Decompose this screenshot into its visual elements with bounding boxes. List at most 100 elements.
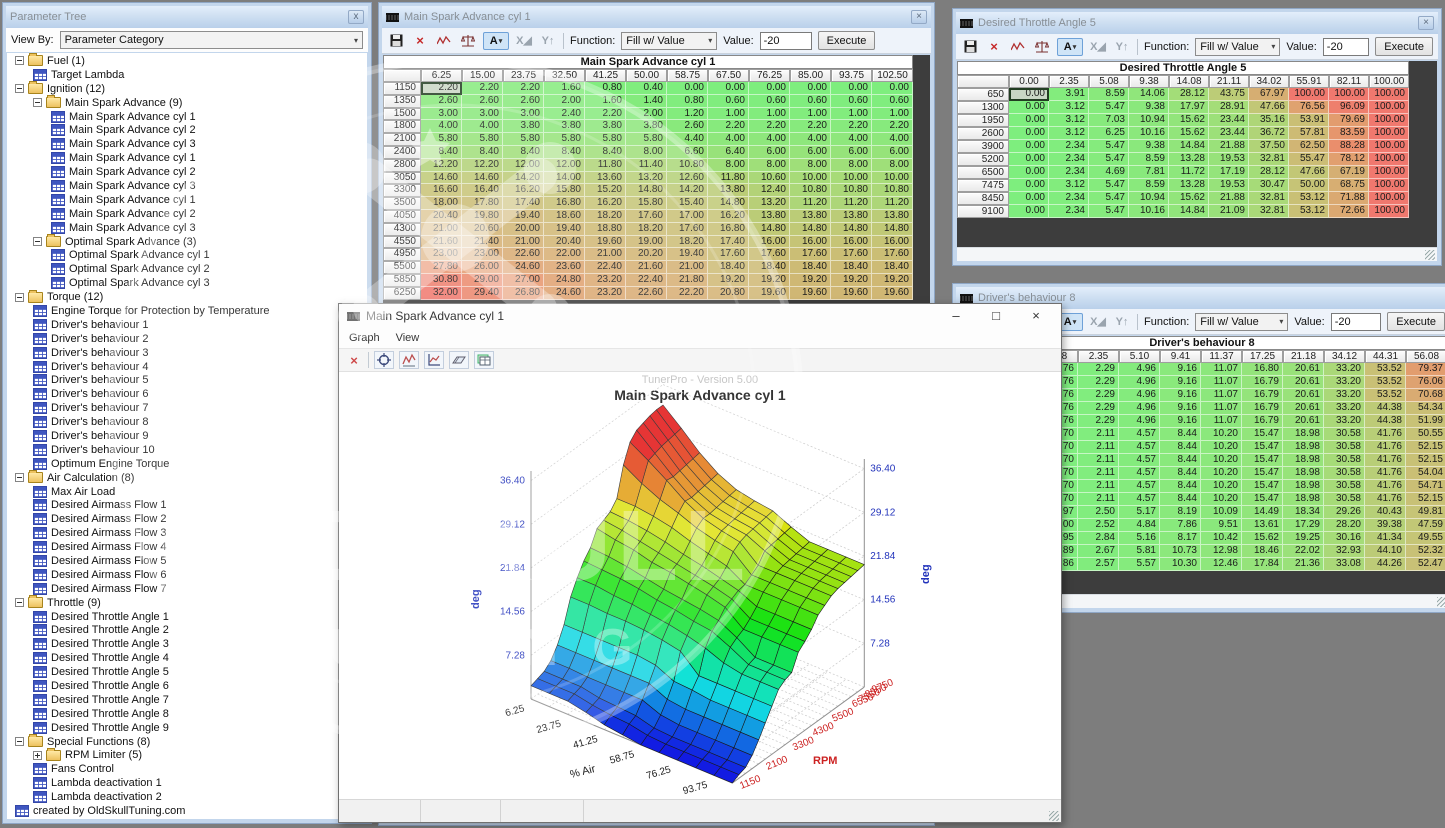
tree-item[interactable]: Driver's behaviour 10 [7,443,367,457]
graph-window-titlebar[interactable]: Main Spark Advance cyl 1 – □ × [339,304,1061,328]
value-cell[interactable]: 100.00 [1369,179,1409,192]
value-cell[interactable]: 3.00 [503,108,544,121]
value-cell[interactable]: 2.34 [1049,205,1089,218]
value-cell[interactable]: 2.60 [462,95,503,108]
value-cell[interactable]: 15.47 [1242,480,1283,493]
value-cell[interactable]: 10.09 [1201,506,1242,519]
corner-cell[interactable] [383,69,421,82]
column-header[interactable]: 21.18 [1283,350,1324,363]
value-cell[interactable]: 1.60 [585,95,626,108]
value-cell[interactable]: 50.00 [1289,179,1329,192]
column-header[interactable]: 76.25 [749,69,790,82]
value-cell[interactable]: 18.00 [421,197,462,210]
value-cell[interactable]: 18.20 [626,223,667,236]
row-header[interactable]: 1350 [383,95,421,108]
trace-icon[interactable] [1009,38,1027,55]
tree-item[interactable]: Driver's behaviour 6 [7,387,367,401]
value-cell[interactable]: 2.20 [585,108,626,121]
value-cell[interactable]: 5.47 [1089,205,1129,218]
value-cell[interactable]: 30.58 [1324,428,1365,441]
column-header[interactable]: 21.11 [1209,75,1249,88]
tree-item[interactable]: Main Spark Advance cyl 2 [7,123,367,137]
value-cell[interactable]: 2.11 [1078,467,1119,480]
close-icon[interactable]: × [911,10,927,24]
selected-cell[interactable]: 0.00 [1009,88,1049,101]
value-cell[interactable]: 15.47 [1242,441,1283,454]
value-cell[interactable]: 8.17 [1160,532,1201,545]
row-header[interactable]: 5850 [383,274,421,287]
value-cell[interactable]: 1.60 [544,82,585,95]
value-cell[interactable]: 53.12 [1289,205,1329,218]
value-cell[interactable]: 18.60 [544,210,585,223]
value-cell[interactable]: 79.69 [1329,114,1369,127]
value-cell[interactable]: 100.00 [1369,101,1409,114]
value-cell[interactable]: 22.02 [1283,545,1324,558]
column-header[interactable]: 41.25 [585,69,626,82]
value-cell[interactable]: 0.60 [790,95,831,108]
value-cell[interactable]: 18.46 [1242,545,1283,558]
value-cell[interactable]: 26.80 [503,287,544,300]
value-cell[interactable]: 4.00 [421,120,462,133]
value-cell[interactable]: 44.26 [1365,558,1406,571]
value-cell[interactable]: 12.60 [667,172,708,185]
value-cell[interactable]: 1.00 [872,108,913,121]
value-cell[interactable]: 35.16 [1249,114,1289,127]
value-cell[interactable]: 16.80 [1242,363,1283,376]
value-cell[interactable]: 28.20 [1324,519,1365,532]
x-axis-icon[interactable]: X◢ [1089,38,1107,55]
table-layers-icon[interactable] [474,351,494,369]
value-cell[interactable]: 53.91 [1289,114,1329,127]
value-cell[interactable]: 41.76 [1365,467,1406,480]
value-cell[interactable]: 100.00 [1369,140,1409,153]
tree-item[interactable]: Desired Airmass Flow 6 [7,568,367,582]
function-select[interactable]: Fill w/ Value ▾ [1195,38,1280,56]
axis-display-button[interactable]: A▾ [1057,38,1083,56]
value-cell[interactable]: 100.00 [1369,153,1409,166]
value-cell[interactable]: 5.47 [1089,101,1129,114]
value-cell[interactable]: 100.00 [1369,88,1409,101]
value-cell[interactable]: 15.80 [626,197,667,210]
value-cell[interactable]: 67.19 [1329,166,1369,179]
value-cell[interactable]: 0.00 [1009,140,1049,153]
value-cell[interactable]: 13.28 [1169,153,1209,166]
value-cell[interactable]: 10.20 [1201,441,1242,454]
value-cell[interactable]: 76.06 [1406,376,1445,389]
value-cell[interactable]: 0.80 [667,95,708,108]
value-cell[interactable]: 30.58 [1324,493,1365,506]
value-cell[interactable]: 0.60 [872,95,913,108]
value-cell[interactable]: 8.44 [1160,467,1201,480]
value-cell[interactable]: 15.20 [585,184,626,197]
value-cell[interactable]: 18.98 [1283,493,1324,506]
value-cell[interactable]: 20.61 [1283,376,1324,389]
value-cell[interactable]: 20.60 [462,223,503,236]
value-cell[interactable]: 19.20 [749,274,790,287]
value-cell[interactable]: 23.20 [585,287,626,300]
value-cell[interactable]: 16.60 [421,184,462,197]
value-cell[interactable]: 52.15 [1406,441,1445,454]
value-cell[interactable]: 52.32 [1406,545,1445,558]
value-cell[interactable]: 10.30 [1160,558,1201,571]
value-cell[interactable]: 2.00 [626,108,667,121]
tree-item[interactable]: Desired Throttle Angle 5 [7,665,367,679]
value-cell[interactable]: 7.03 [1089,114,1129,127]
value-cell[interactable]: 3.00 [421,108,462,121]
value-cell[interactable]: 16.20 [708,210,749,223]
value-cell[interactable]: 4.57 [1119,428,1160,441]
value-cell[interactable]: 37.50 [1249,140,1289,153]
value-cell[interactable]: 5.47 [1089,140,1129,153]
value-cell[interactable]: 26.00 [462,261,503,274]
value-cell[interactable]: 12.46 [1201,558,1242,571]
value-cell[interactable]: 3.12 [1049,114,1089,127]
tree-item[interactable]: Fans Control [7,762,367,776]
value-cell[interactable]: 3.80 [626,120,667,133]
value-cell[interactable]: 53.52 [1365,389,1406,402]
value-cell[interactable]: 9.38 [1129,101,1169,114]
value-cell[interactable]: 3.12 [1049,101,1089,114]
value-cell[interactable]: 14.60 [421,172,462,185]
column-header[interactable]: 5.10 [1119,350,1160,363]
corner-cell[interactable] [957,75,1009,88]
value-cell[interactable]: 21.09 [1209,205,1249,218]
value-cell[interactable]: 22.60 [503,248,544,261]
value-cell[interactable]: 1.40 [626,95,667,108]
value-cell[interactable]: 14.84 [1169,205,1209,218]
